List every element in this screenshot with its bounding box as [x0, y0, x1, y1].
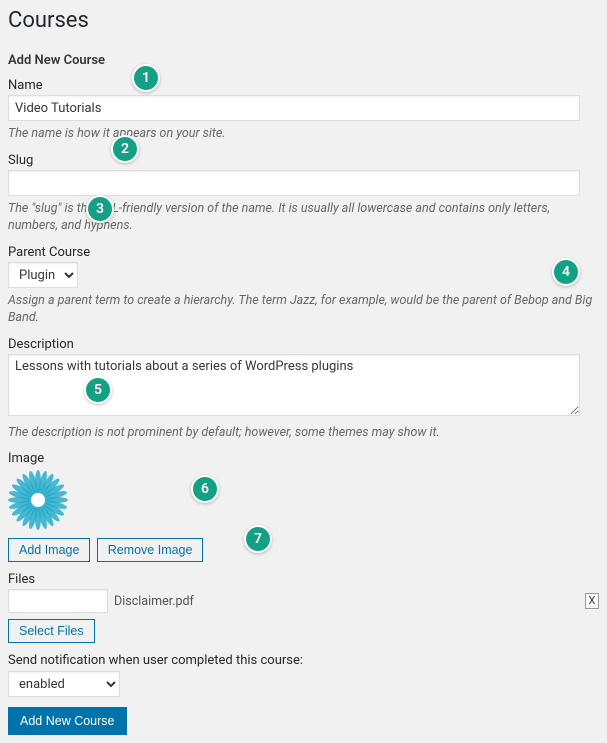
form-heading: Add New Course [8, 53, 599, 68]
parent-course-select[interactable]: Plugins [8, 262, 78, 288]
file-name-text: Disclaimer.pdf [114, 594, 194, 609]
annotation-marker-2: 2 [111, 135, 139, 163]
name-help: The name is how it appears on your site. [8, 125, 599, 143]
slug-input[interactable] [8, 170, 580, 196]
slug-label: Slug [8, 153, 599, 168]
files-input[interactable] [8, 589, 108, 613]
submit-button[interactable]: Add New Course [8, 707, 127, 735]
notification-label: Send notification when user completed th… [8, 653, 303, 668]
add-image-button[interactable]: Add Image [8, 538, 90, 562]
annotation-marker-3: 3 [86, 195, 114, 223]
annotation-marker-7: 7 [244, 525, 272, 553]
description-label: Description [8, 337, 599, 352]
remove-image-button[interactable]: Remove Image [97, 538, 204, 562]
annotation-marker-1: 1 [132, 64, 160, 92]
page-title: Courses [8, 8, 599, 33]
image-label: Image [8, 451, 599, 466]
annotation-marker-5: 5 [84, 376, 112, 404]
select-files-button[interactable]: Select Files [8, 619, 95, 643]
parent-course-label: Parent Course [8, 245, 599, 260]
annotation-marker-4: 4 [552, 258, 580, 286]
name-input[interactable] [8, 95, 580, 121]
notification-select[interactable]: enabled [8, 671, 120, 697]
image-thumbnail [8, 470, 68, 530]
name-label: Name [8, 78, 599, 93]
parent-course-help: Assign a parent term to create a hierarc… [8, 292, 599, 327]
remove-file-button[interactable]: X [585, 593, 599, 609]
files-label: Files [8, 572, 599, 587]
description-help: The description is not prominent by defa… [8, 424, 599, 442]
annotation-marker-6: 6 [191, 475, 219, 503]
